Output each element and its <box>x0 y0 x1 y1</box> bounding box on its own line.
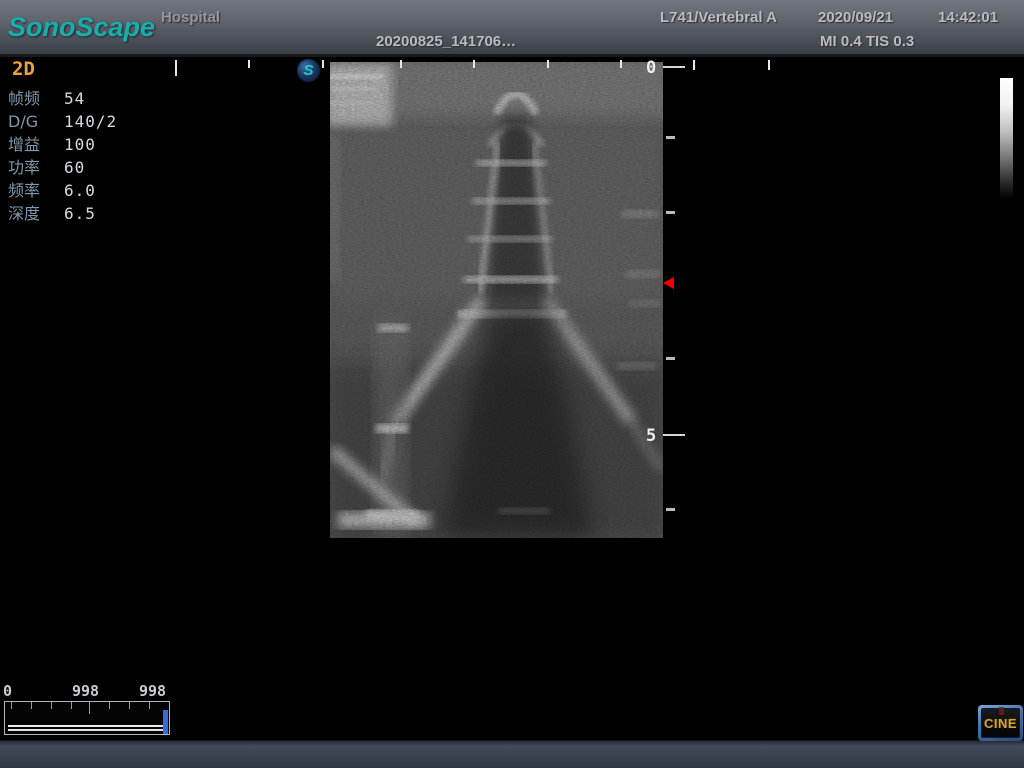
param-row-frame-rate: 帧频 54 <box>8 87 158 110</box>
exam-date: 2020/09/21 <box>818 9 893 26</box>
depth-tick-major <box>663 434 685 436</box>
ruler-tick <box>693 60 695 70</box>
param-label: 深度 <box>8 202 64 225</box>
depth-tick <box>666 136 675 139</box>
ruler-tick <box>620 60 622 68</box>
ruler-tick <box>547 60 549 68</box>
header-bar: SonoScape Hospital L741/Vertebral A 2020… <box>0 0 1024 57</box>
cine-slider-thumb[interactable] <box>163 710 168 734</box>
ultrasound-speckle-render <box>330 62 663 538</box>
cine-current-frame: 998 <box>72 682 99 700</box>
cine-button-face: CINE <box>981 708 1020 738</box>
grayscale-map-bar <box>1000 78 1013 199</box>
cine-slider-center-tick <box>89 702 90 714</box>
clock: 14:42:01 <box>938 9 998 26</box>
param-row-depth: 深度 6.5 <box>8 202 158 225</box>
cine-slider-tick <box>11 702 12 709</box>
param-value: 6.0 <box>64 179 96 202</box>
cine-slider-tick <box>149 702 150 709</box>
param-row-frequency: 频率 6.0 <box>8 179 158 202</box>
hospital-name: Hospital <box>161 9 220 26</box>
probe-preset-label: L741/Vertebral A <box>660 9 777 26</box>
cine-progress-slider[interactable] <box>4 701 170 735</box>
mi-tis-readout: MI 0.4 TIS 0.3 <box>820 33 914 50</box>
depth-tick <box>666 211 675 214</box>
focus-position-icon <box>663 277 674 289</box>
status-taskbar <box>0 740 1024 768</box>
param-value: 140/2 <box>64 110 117 133</box>
cine-slider-tick <box>51 702 52 709</box>
ruler-tick-major <box>175 60 177 76</box>
cine-button-label: CINE <box>984 716 1017 731</box>
depth-scale-label-5: 5 <box>646 426 656 446</box>
ruler-tick <box>322 60 324 68</box>
param-value: 6.5 <box>64 202 96 225</box>
param-row-power: 功率 60 <box>8 156 158 179</box>
cine-start-frame: 0 <box>3 682 12 700</box>
probe-orientation-marker: S <box>297 59 320 82</box>
cine-button-indicator <box>999 707 1004 715</box>
ruler-tick <box>768 60 770 70</box>
param-value: 54 <box>64 87 85 110</box>
cine-slider-tick <box>129 702 130 709</box>
sonoscape-logo: SonoScape <box>8 12 155 43</box>
ruler-tick <box>473 60 475 68</box>
param-value: 100 <box>64 133 96 156</box>
ruler-tick <box>248 60 250 68</box>
param-label: 功率 <box>8 156 64 179</box>
cine-button[interactable]: CINE <box>978 705 1023 741</box>
ultrasound-system-screen: SonoScape Hospital L741/Vertebral A 2020… <box>0 0 1024 768</box>
param-value: 60 <box>64 156 85 179</box>
cine-slider-tick <box>109 702 110 709</box>
cine-total-frames: 998 <box>139 682 166 700</box>
cine-slider-tick <box>71 702 72 709</box>
ruler-tick <box>400 60 402 68</box>
param-row-gain: 增益 100 <box>8 133 158 156</box>
image-parameters-panel: 2D 帧频 54 D/G 140/2 增益 100 功率 60 频率 6.0 深… <box>8 58 158 225</box>
param-label: 增益 <box>8 133 64 156</box>
param-label: D/G <box>8 110 64 133</box>
depth-tick-major <box>663 66 685 68</box>
param-row-dynamic-range: D/G 140/2 <box>8 110 158 133</box>
cine-slider-tick <box>31 702 32 709</box>
param-label: 频率 <box>8 179 64 202</box>
probe-marker-letter: S <box>303 63 313 78</box>
param-label: 帧频 <box>8 87 64 110</box>
depth-tick <box>666 357 675 360</box>
cine-slider-track <box>8 725 164 731</box>
depth-tick <box>666 508 675 511</box>
depth-scale-label-0: 0 <box>646 58 656 78</box>
file-name: 20200825_141706… <box>376 33 516 50</box>
mode-indicator: 2D <box>12 58 158 80</box>
ultrasound-image <box>330 62 663 538</box>
